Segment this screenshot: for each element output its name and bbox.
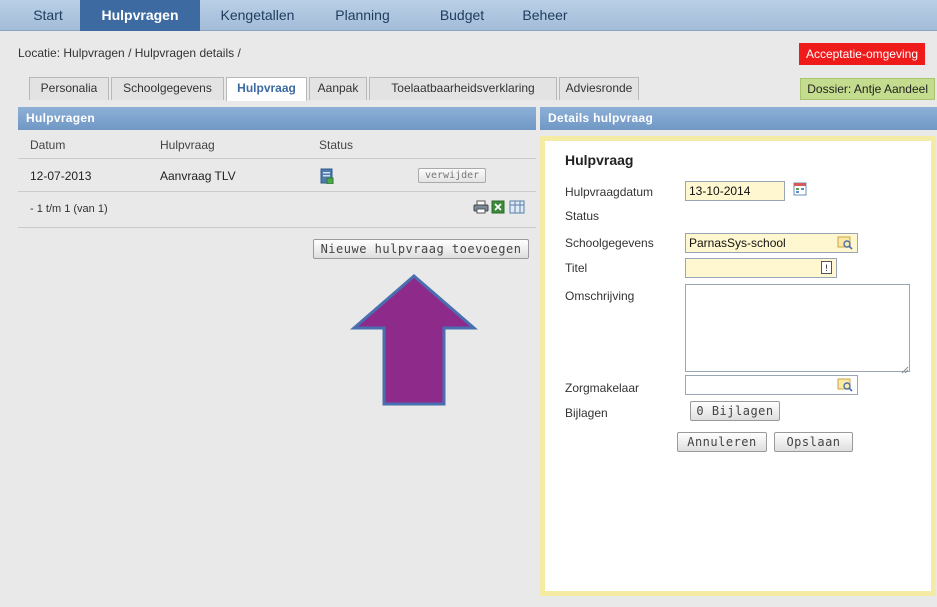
- verwijder-button[interactable]: verwijder: [418, 168, 487, 183]
- bijlagen-button[interactable]: 0 Bijlagen: [690, 401, 780, 421]
- resize-handle-icon[interactable]: [901, 363, 909, 377]
- save-button[interactable]: Opslaan: [774, 432, 853, 452]
- info-icon[interactable]: !: [821, 261, 832, 277]
- nav-kengetallen[interactable]: Kengetallen: [205, 0, 310, 31]
- label-titel: Titel: [565, 261, 588, 275]
- calendar-icon[interactable]: [793, 182, 807, 199]
- label-zorgmakelaar: Zorgmakelaar: [565, 381, 640, 395]
- up-arrow-annotation: [350, 274, 478, 406]
- table-settings-icon[interactable]: [509, 200, 525, 217]
- lookup-icon[interactable]: [837, 236, 853, 253]
- label-status: Status: [565, 209, 600, 223]
- divider: [18, 227, 536, 228]
- tab-aanpak[interactable]: Aanpak: [309, 77, 367, 100]
- dossier-badge: Dossier: Antje Aandeel: [800, 78, 935, 100]
- row-datum: 12-07-2013: [30, 169, 92, 183]
- excel-export-icon[interactable]: [491, 200, 505, 217]
- lookup-icon[interactable]: [837, 378, 853, 395]
- tab-schoolgegevens[interactable]: Schoolgegevens: [111, 77, 224, 100]
- hulpvragen-panel-header: Hulpvragen: [18, 107, 536, 130]
- cancel-button[interactable]: Annuleren: [677, 432, 767, 452]
- nav-beheer[interactable]: Beheer: [505, 0, 585, 31]
- nav-start[interactable]: Start: [18, 0, 78, 31]
- nav-hulpvragen[interactable]: Hulpvragen: [80, 0, 200, 31]
- column-header-datum: Datum: [30, 138, 66, 152]
- top-navigation: Start Hulpvragen Kengetallen Planning Bu…: [0, 0, 937, 31]
- omschrijving-textarea[interactable]: [685, 284, 910, 372]
- zorgmakelaar-input[interactable]: [685, 375, 858, 395]
- details-panel-header: Details hulpvraag: [540, 107, 937, 130]
- tab-hulpvraag[interactable]: Hulpvraag: [226, 77, 307, 101]
- label-omschrijving: Omschrijving: [565, 289, 635, 303]
- environment-badge: Acceptatie-omgeving: [798, 43, 925, 65]
- row-hulpvraag: Aanvraag TLV: [160, 169, 236, 183]
- details-form: Hulpvraag Hulpvraagdatum 13-10-2014 Stat…: [540, 136, 936, 596]
- tab-personalia[interactable]: Personalia: [29, 77, 109, 100]
- titel-input[interactable]: [685, 258, 837, 278]
- tab-adviesronde[interactable]: Adviesronde: [559, 77, 639, 100]
- add-hulpvraag-button[interactable]: Nieuwe hulpvraag toevoegen: [313, 239, 529, 259]
- nav-planning[interactable]: Planning: [320, 0, 405, 31]
- label-bijlagen: Bijlagen: [565, 406, 608, 420]
- tab-toelaatbaarheidsverklaring[interactable]: Toelaatbaarheidsverklaring: [369, 77, 557, 100]
- schoolgegevens-input[interactable]: ParnasSys-school: [685, 233, 858, 253]
- form-title: Hulpvraag: [565, 152, 634, 168]
- table-row[interactable]: 12-07-2013 Aanvraag TLV verwijder: [18, 158, 536, 192]
- pager-text: - 1 t/m 1 (van 1): [30, 203, 108, 215]
- column-header-hulpvraag: Hulpvraag: [160, 138, 215, 152]
- document-status-icon[interactable]: [320, 168, 334, 187]
- label-hulpvraagdatum: Hulpvraagdatum: [565, 185, 654, 199]
- label-schoolgegevens: Schoolgegevens: [565, 236, 654, 250]
- svg-text:!: !: [825, 264, 829, 274]
- column-header-status: Status: [319, 138, 354, 152]
- breadcrumb: Locatie: Hulpvragen / Hulpvragen details…: [18, 46, 241, 60]
- print-icon[interactable]: [473, 200, 489, 217]
- nav-budget[interactable]: Budget: [422, 0, 502, 31]
- hulpvraagdatum-input[interactable]: 13-10-2014: [685, 181, 785, 201]
